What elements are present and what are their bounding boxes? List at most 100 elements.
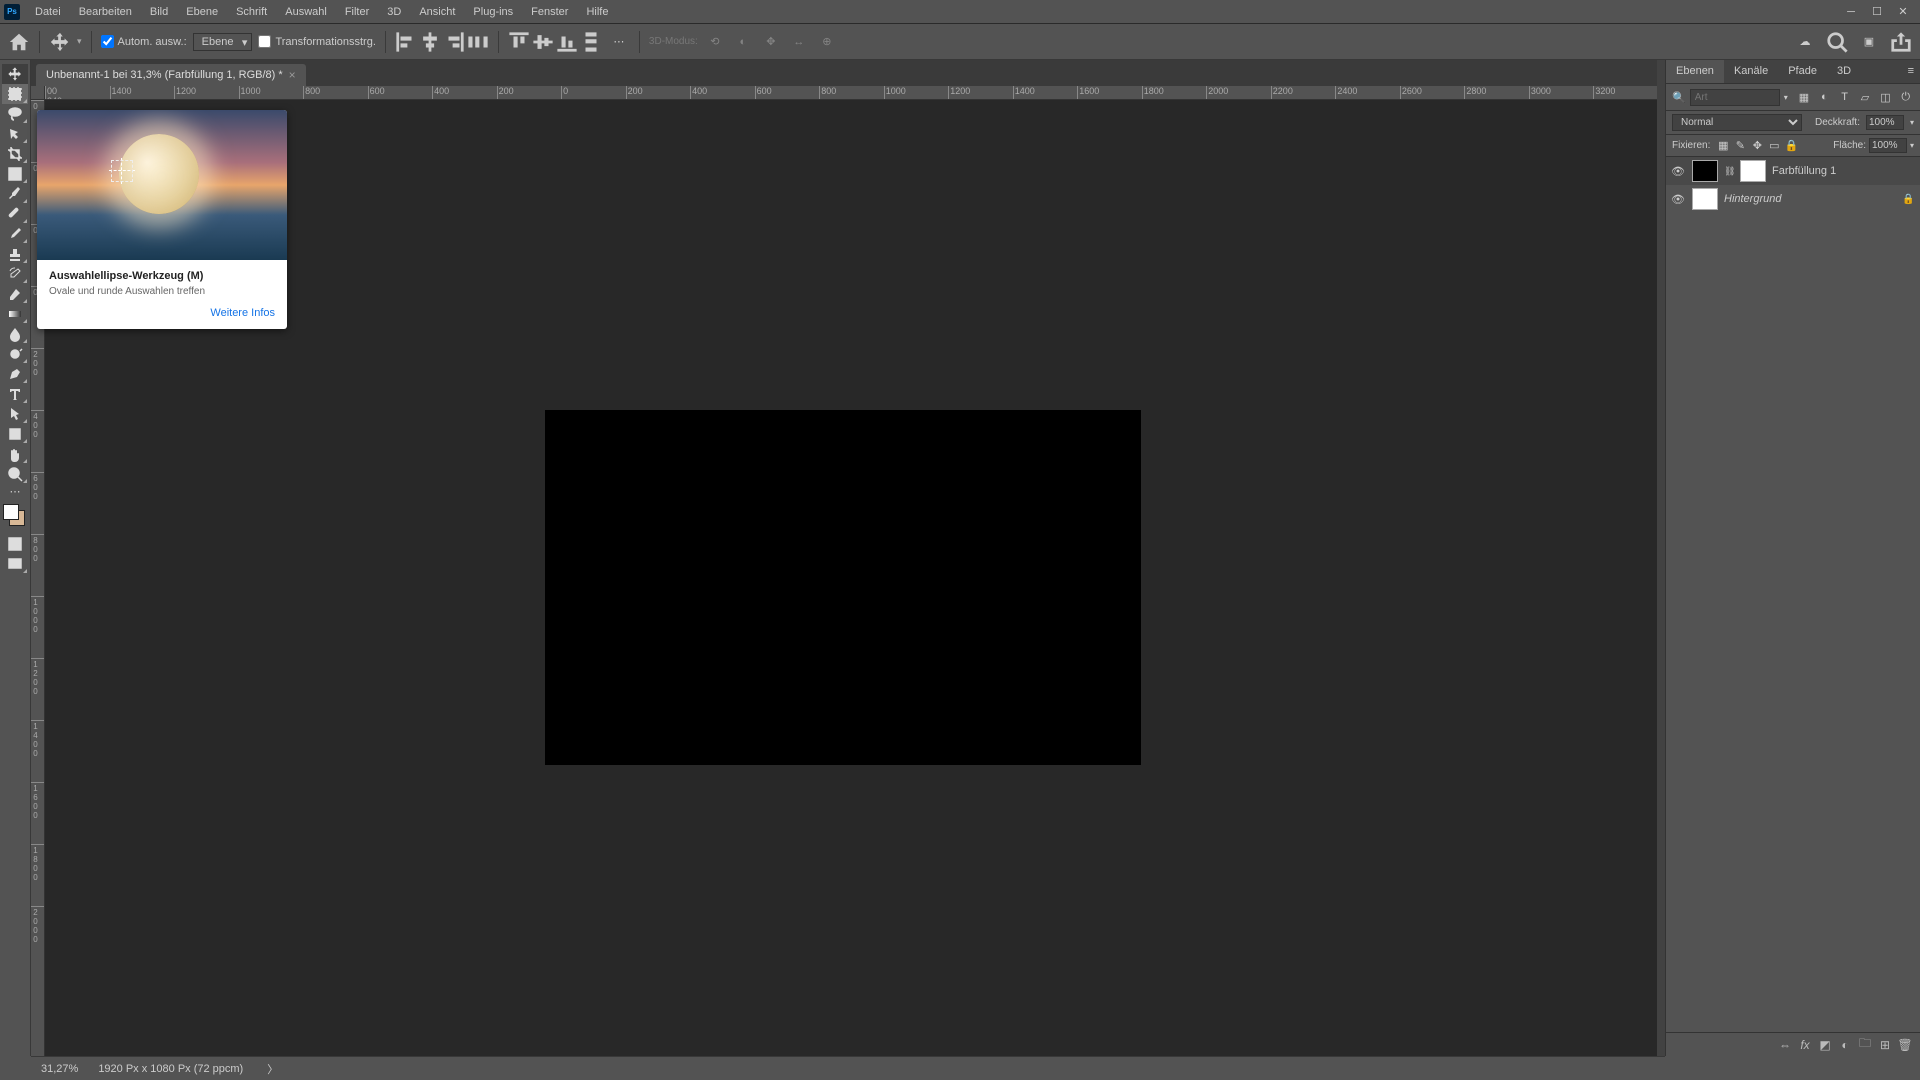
panel-menu-icon[interactable]: ≡ [1902,60,1920,83]
lock-all-icon[interactable]: 🔒 [1784,139,1798,153]
transform-controls-checkbox[interactable]: Transformationsstrg. [258,35,375,48]
lock-transparent-icon[interactable]: ▦ [1716,139,1730,153]
path-select-tool[interactable] [2,404,28,424]
chevron-down-icon[interactable]: ▾ [1910,141,1914,150]
more-align-icon[interactable]: ⋯ [608,31,630,53]
marquee-tool[interactable] [2,84,28,104]
menu-help[interactable]: Hilfe [577,3,617,21]
layer-group-icon[interactable]: 🗀 [1856,1036,1874,1054]
layer-thumbnail[interactable] [1692,188,1718,210]
filter-pixel-icon[interactable]: ▦ [1796,88,1812,106]
menu-plugins[interactable]: Plug-ins [464,3,522,21]
auto-select-checkbox[interactable]: Autom. ausw.: [101,35,187,48]
healing-tool[interactable] [2,204,28,224]
layer-row[interactable]: 👁 Hintergrund 🔒 [1666,185,1920,213]
lasso-tool[interactable] [2,104,28,124]
frame-tool[interactable] [2,164,28,184]
brush-tool[interactable] [2,224,28,244]
layer-style-icon[interactable]: fx [1796,1036,1814,1054]
distribute-v-icon[interactable] [580,31,602,53]
menu-image[interactable]: Bild [141,3,177,21]
link-layers-icon[interactable]: ⇔ [1776,1036,1794,1054]
gradient-tool[interactable] [2,304,28,324]
canvas[interactable] [545,410,1141,765]
menu-edit[interactable]: Bearbeiten [70,3,141,21]
eyedropper-tool[interactable] [2,184,28,204]
docinfo-menu-icon[interactable]: 〉 [267,1061,278,1077]
layer-link-icon[interactable]: ⛓ [1724,166,1734,177]
chevron-down-icon[interactable]: ▾ [77,36,82,47]
menu-layer[interactable]: Ebene [177,3,227,21]
chevron-down-icon[interactable]: ▾ [1910,118,1914,127]
adjustment-layer-icon[interactable]: ◐ [1836,1036,1854,1054]
stamp-tool[interactable] [2,244,28,264]
layer-mask-icon[interactable]: ◩ [1816,1036,1834,1054]
document-info[interactable]: 1920 Px x 1080 Px (72 ppcm) [98,1063,243,1075]
shape-tool[interactable] [2,424,28,444]
opacity-input[interactable] [1866,115,1904,130]
layer-thumbnail[interactable] [1692,160,1718,182]
layer-mask-thumbnail[interactable] [1740,160,1766,182]
history-brush-tool[interactable] [2,264,28,284]
layer-filter-type-dropdown[interactable] [1690,89,1780,106]
screen-mode-icon[interactable] [2,554,28,574]
document-tab[interactable]: Unbenannt-1 bei 31,3% (Farbfüllung 1, RG… [36,64,306,86]
window-maximize-button[interactable]: ☐ [1864,2,1890,22]
delete-layer-icon[interactable]: 🗑 [1896,1036,1914,1054]
filter-shape-icon[interactable]: ▱ [1857,88,1873,106]
distribute-h-icon[interactable] [467,31,489,53]
layer-visibility-icon[interactable]: 👁 [1670,191,1686,207]
type-tool[interactable] [2,384,28,404]
share-icon[interactable] [1890,31,1912,53]
ruler-origin[interactable] [31,86,45,100]
workspace-icon[interactable]: ▣ [1858,31,1880,53]
canvas-viewport[interactable] [45,100,1665,1056]
layer-row[interactable]: 👁 ⛓ Farbfüllung 1 [1666,157,1920,185]
tab-paths[interactable]: Pfade [1778,60,1827,83]
window-minimize-button[interactable]: ─ [1838,2,1864,22]
filter-adjust-icon[interactable]: ◐ [1816,88,1832,106]
color-swatches[interactable] [3,504,27,528]
cloud-status-icon[interactable]: ☁ [1794,31,1816,53]
menu-filter[interactable]: Filter [336,3,378,21]
new-layer-icon[interactable]: ⊞ [1876,1036,1894,1054]
hand-tool[interactable] [2,444,28,464]
menu-file[interactable]: Datei [26,3,70,21]
filter-type-icon[interactable]: T [1836,88,1852,106]
ruler-horizontal[interactable]: 00 1400 1200 1000 800 600 400 200 0 200 … [45,86,1665,100]
lock-pixels-icon[interactable]: ✎ [1733,139,1747,153]
pen-tool[interactable] [2,364,28,384]
zoom-level[interactable]: 31,27% [41,1063,78,1075]
fill-input[interactable] [1869,138,1907,153]
layer-name[interactable]: Hintergrund [1724,193,1781,205]
filter-smartobj-icon[interactable]: ◫ [1877,88,1893,106]
blend-mode-dropdown[interactable]: Normal [1672,114,1802,131]
auto-select-check[interactable] [101,35,114,48]
align-right-icon[interactable] [443,31,465,53]
align-center-h-icon[interactable] [419,31,441,53]
menu-3d[interactable]: 3D [378,3,410,21]
blur-tool[interactable] [2,324,28,344]
edit-toolbar-icon[interactable]: ⋯ [2,484,28,498]
filter-toggle-icon[interactable]: ⏻ [1898,88,1914,106]
panel-dock-collapsed[interactable] [1657,60,1665,1056]
tab-3d[interactable]: 3D [1827,60,1861,83]
quick-mask-icon[interactable] [2,534,28,554]
tooltip-learn-more-link[interactable]: Weitere Infos [49,307,275,319]
align-top-icon[interactable] [508,31,530,53]
transform-controls-check[interactable] [258,35,271,48]
tab-channels[interactable]: Kanäle [1724,60,1778,83]
document-tab-close-icon[interactable]: × [289,68,296,82]
window-close-button[interactable]: ✕ [1890,2,1916,22]
align-left-icon[interactable] [395,31,417,53]
move-tool[interactable] [2,64,28,84]
menu-view[interactable]: Ansicht [410,3,464,21]
move-tool-preset-icon[interactable] [49,31,71,53]
auto-select-target-dropdown[interactable]: Ebene [193,33,253,51]
foreground-color-swatch[interactable] [3,504,19,520]
search-icon[interactable] [1826,31,1848,53]
align-center-v-icon[interactable] [532,31,554,53]
tab-layers[interactable]: Ebenen [1666,60,1724,83]
menu-window[interactable]: Fenster [522,3,577,21]
zoom-tool[interactable] [2,464,28,484]
